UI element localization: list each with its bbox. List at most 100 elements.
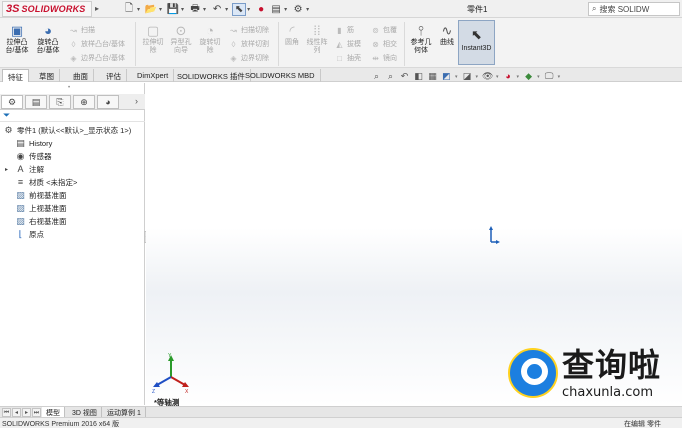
tree-item-front-plane[interactable]: ▨ 前视基准面	[15, 189, 66, 202]
display-style-icon[interactable]: ◪	[462, 71, 473, 82]
rib-button[interactable]: ▮ 筋	[335, 25, 354, 35]
tab-solidworks-mbd[interactable]: SOLIDWORKS MBD	[240, 69, 321, 82]
extrude-cut-button[interactable]: ▢ 拉伸切 除	[139, 24, 167, 55]
new-document-icon[interactable]: 🗋	[122, 3, 136, 16]
wrap-label: 包覆	[383, 27, 397, 34]
zoom-to-fit-icon[interactable]: ⌕	[371, 71, 382, 82]
watermark-logo-icon	[508, 348, 558, 398]
expand-arrow-icon[interactable]: ▸	[5, 166, 8, 173]
previous-view-icon[interactable]: ↶	[399, 71, 410, 82]
swept-cut-button[interactable]: ↝ 扫描切除	[229, 25, 269, 35]
instant3d-label: Instant3D	[461, 45, 492, 52]
print-dropdown-icon[interactable]: ▾	[203, 6, 206, 13]
tree-item-material[interactable]: ≡ 材质 <未指定>	[15, 176, 77, 189]
model-origin-icon	[489, 226, 500, 244]
tab-evaluate[interactable]: 评估	[101, 69, 127, 82]
extrude-boss-button[interactable]: ▣ 拉伸凸 台/基体	[3, 24, 31, 55]
open-folder-icon[interactable]: 📂	[144, 3, 158, 16]
panel-expand-chevron-icon[interactable]: ›	[135, 96, 138, 106]
apply-scene-icon[interactable]: ◆	[523, 71, 534, 82]
linear-pattern-button[interactable]: ⁞⁞ 线性阵 列	[304, 24, 330, 55]
fillet-icon: ◜	[289, 23, 295, 38]
intersect-button[interactable]: ⊗ 相交	[371, 39, 397, 49]
tree-item-origin[interactable]: ⌊ 原点	[15, 228, 44, 241]
print-icon[interactable]: 🖶	[188, 3, 202, 16]
graphics-area[interactable]: Y X Z *等轴测 查询啦 chaxunla.com	[146, 83, 682, 407]
dynamic-annotation-icon[interactable]: ▦	[427, 71, 438, 82]
dimxpert-manager-tab-icon[interactable]: ⊕	[73, 95, 95, 109]
panel-grip-dots[interactable]: •	[68, 85, 70, 91]
mirror-button[interactable]: ⇹ 镜向	[371, 53, 397, 63]
revolve-boss-button[interactable]: ◕ 旋转凸 台/基体	[33, 24, 63, 55]
sweep-button[interactable]: ↝ 扫描	[69, 25, 95, 35]
lofted-cut-button[interactable]: ◊ 放样切割	[229, 39, 269, 49]
undo-dropdown-icon[interactable]: ▾	[225, 6, 228, 13]
extrude-boss-label: 拉伸凸 台/基体	[5, 39, 29, 54]
ds-logo-mark: 3S	[6, 3, 20, 15]
property-manager-tab-icon[interactable]: ▤	[25, 95, 47, 109]
reference-geometry-button[interactable]: ⫯ 参考几 何体	[407, 24, 435, 55]
file-properties-dropdown-icon[interactable]: ▾	[284, 6, 287, 13]
boundary-boss-button[interactable]: ◈ 边界凸台/基体	[69, 53, 125, 63]
edit-appearance-icon[interactable]: ◕	[503, 71, 514, 82]
tab-sketch[interactable]: 草图	[34, 69, 60, 82]
new-dropdown-icon[interactable]: ▾	[137, 6, 140, 13]
menu-arrow-icon[interactable]: ▸	[95, 4, 105, 14]
section-view-icon[interactable]: ◧	[413, 71, 424, 82]
appearance-dropdown-icon[interactable]: ▾	[517, 74, 520, 80]
status-bar: SOLIDWORKS Premium 2016 x64 版 在编辑 零件	[0, 417, 682, 428]
feature-manager-tab-icon[interactable]: ⚙	[1, 95, 23, 109]
tree-item-label: 传感器	[29, 152, 52, 161]
save-icon[interactable]: 💾	[166, 3, 180, 16]
configuration-manager-tab-icon[interactable]: ⎘	[49, 95, 71, 109]
tree-item-right-plane[interactable]: ▨ 右视基准面	[15, 215, 66, 228]
tab-surfaces[interactable]: 曲面	[68, 69, 94, 82]
prev-tab-nav-icon[interactable]: ◂	[12, 408, 21, 417]
save-dropdown-icon[interactable]: ▾	[181, 6, 184, 13]
tree-item-top-plane[interactable]: ▨ 上视基准面	[15, 202, 66, 215]
tree-item-label: 原点	[29, 230, 44, 239]
view-orientation-icon[interactable]: ◩	[441, 71, 452, 82]
view-orientation-dropdown-icon[interactable]: ▾	[455, 74, 458, 80]
tab-features[interactable]: 特征	[2, 69, 29, 82]
loft-button[interactable]: ◊ 放样凸台/基体	[69, 39, 125, 49]
undo-icon[interactable]: ↶	[210, 3, 224, 16]
curves-button[interactable]: ∿ 曲线	[436, 24, 458, 47]
plane-icon: ▨	[16, 216, 25, 226]
boundary-cut-button[interactable]: ◈ 边界切除	[229, 53, 269, 63]
first-tab-nav-icon[interactable]: ⏮	[2, 408, 11, 417]
rebuild-icon[interactable]: ●	[254, 3, 268, 16]
tree-item-sensors[interactable]: ◉ 传感器	[15, 150, 52, 163]
fillet-button[interactable]: ◜ 圆角	[281, 24, 303, 47]
instant3d-button[interactable]: ⬉ Instant3D	[458, 20, 495, 65]
tree-item-annotations[interactable]: ▸ A 注解	[5, 163, 44, 176]
display-style-dropdown-icon[interactable]: ▾	[476, 74, 479, 80]
tree-root-part[interactable]: ⚙ 零件1 (默认<<默认>_显示状态 1>)	[3, 124, 131, 137]
select-dropdown-icon[interactable]: ▾	[247, 6, 250, 13]
zoom-to-area-icon[interactable]: ⌕	[385, 71, 396, 82]
select-cursor-icon[interactable]: ⬉	[232, 2, 247, 16]
shell-button[interactable]: □ 抽壳	[335, 53, 361, 63]
options-dropdown-icon[interactable]: ▾	[306, 6, 309, 13]
revolve-cut-button[interactable]: ◔ 旋转切 除	[196, 24, 224, 55]
hide-show-dropdown-icon[interactable]: ▾	[496, 74, 499, 80]
options-gear-icon[interactable]: ⚙	[291, 3, 305, 16]
filter-funnel-icon[interactable]: ⏷	[3, 110, 10, 121]
tree-filter[interactable]: ⏷	[0, 110, 145, 122]
last-tab-nav-icon[interactable]: ⏭	[32, 408, 41, 417]
search-input[interactable]: ⌕ 搜索 SOLIDW	[588, 2, 680, 16]
hole-wizard-button[interactable]: ⊙ 异型孔 向导	[167, 24, 195, 55]
file-properties-icon[interactable]: ▤	[269, 3, 283, 16]
open-dropdown-icon[interactable]: ▾	[159, 6, 162, 13]
next-tab-nav-icon[interactable]: ▸	[22, 408, 31, 417]
hide-show-items-icon[interactable]: 👁	[482, 71, 493, 82]
view-settings-dropdown-icon[interactable]: ▾	[558, 74, 561, 80]
wrap-button[interactable]: ⊚ 包覆	[371, 25, 397, 35]
tab-dimxpert[interactable]: DimXpert	[132, 69, 175, 82]
view-settings-icon[interactable]: 🖵	[544, 71, 555, 82]
scene-dropdown-icon[interactable]: ▾	[537, 74, 540, 80]
draft-button[interactable]: ◭ 拔模	[335, 39, 361, 49]
solidworks-logo[interactable]: 3S SOLIDWORKS	[2, 1, 92, 17]
tree-item-history[interactable]: ▤ History	[15, 137, 52, 150]
display-manager-tab-icon[interactable]: ◕	[97, 95, 119, 109]
